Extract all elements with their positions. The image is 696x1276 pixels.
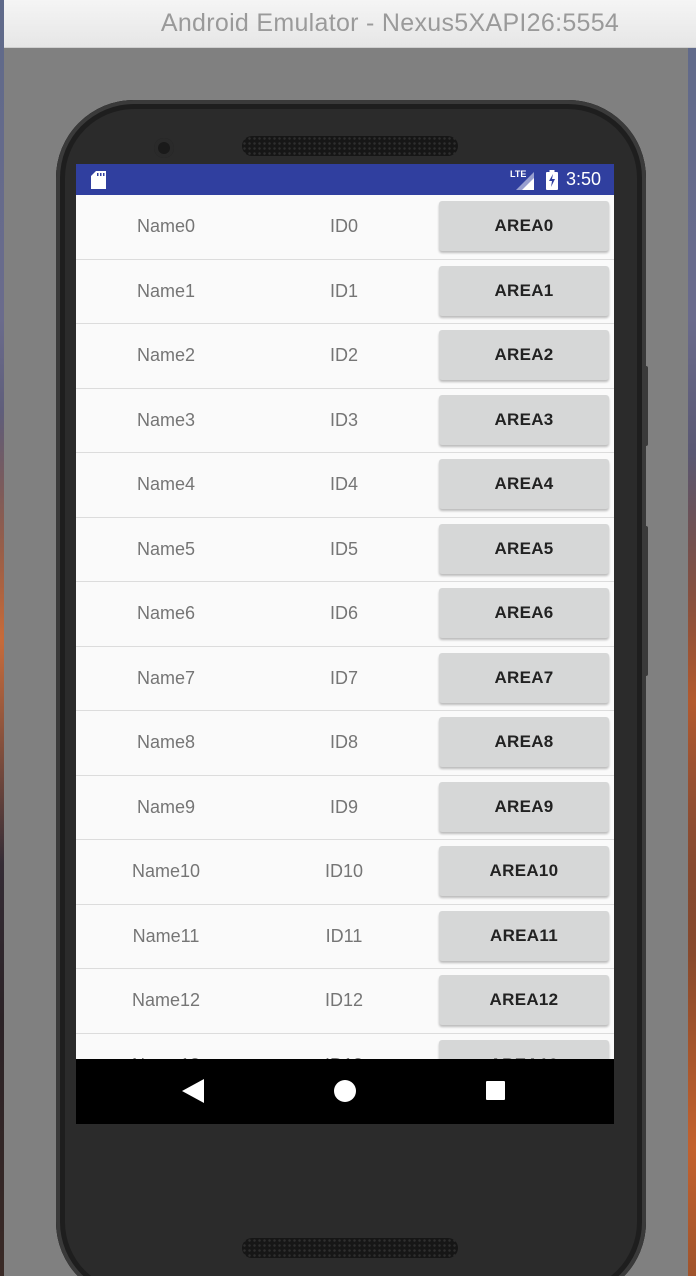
item-name: Name8 [136,732,196,752]
list-item: Name0 ID0 AREA0 [76,195,614,260]
bottom-speaker-grille [242,1238,458,1258]
item-name: Name9 [136,796,196,817]
item-name: Name12 [131,990,201,1010]
item-name: Name10 [131,861,201,881]
area-button[interactable]: AREA6 [439,588,609,638]
list-item: Name2 ID2 AREA2 [76,324,614,389]
item-id: ID5 [329,538,358,559]
item-id: ID8 [329,732,358,752]
item-name: Name4 [136,474,196,494]
item-name: Name13 [76,1034,256,1060]
list-item: Name8 ID8 AREA8 [76,711,614,776]
top-speaker-grille [242,136,458,156]
window-title: Android Emulator - Nexus5XAPI26:5554 [160,9,620,37]
item-id: ID13 [256,1034,432,1060]
list-item: Name10 ID10 AREA10 [76,840,614,905]
item-name: Name11 [132,925,200,946]
area-button[interactable]: AREA12 [439,975,609,1025]
status-bar: LTE 3:50 [76,164,614,195]
navigation-bar [76,1059,614,1124]
item-id: ID7 [329,667,358,688]
home-circle-icon[interactable] [334,1080,356,1102]
list-item: Name4 ID4 AREA4 [76,453,614,518]
area-button[interactable]: AREA7 [439,652,609,703]
battery-charging-icon [546,170,558,190]
area-button[interactable]: AREA13 [439,1039,609,1059]
item-id: ID0 [329,216,358,236]
list-item: Name6 ID6 AREA6 [76,582,614,647]
list-item: Name13ID13 AREA13 [76,1034,614,1060]
list-item: Name5 ID5 AREA5 [76,518,614,582]
item-name: Name0 [136,216,196,236]
window-titlebar[interactable]: Android Emulator - Nexus5XAPI26:5554 [4,0,696,48]
item-id: ID3 [329,409,358,430]
area-button[interactable]: AREA3 [439,394,609,445]
area-button[interactable]: AREA4 [439,459,609,509]
area-button[interactable]: AREA0 [439,201,609,251]
volume-button[interactable] [642,366,648,446]
item-id: ID10 [324,861,364,881]
area-button[interactable]: AREA10 [439,846,609,896]
list-item: Name3 ID3 AREA3 [76,389,614,453]
recents-square-icon[interactable] [486,1081,505,1100]
item-id: ID9 [329,796,358,817]
item-name: Name7 [136,667,196,688]
item-id: ID12 [324,990,364,1010]
item-name: Name5 [136,538,196,559]
item-name: Name3 [136,409,196,430]
area-button[interactable]: AREA11 [439,910,609,961]
signal-strength-icon [516,172,534,190]
item-id: ID4 [329,474,358,494]
area-button[interactable]: AREA8 [439,717,609,767]
area-button[interactable]: AREA5 [439,523,609,574]
item-id: ID2 [329,345,358,365]
item-id: ID1 [329,280,358,301]
status-clock: 3:50 [566,169,602,189]
item-name: Name2 [136,345,196,365]
area-button[interactable]: AREA1 [439,265,609,316]
area-button[interactable]: AREA9 [439,781,609,832]
item-name: Name6 [136,603,196,623]
list-item: Name9 ID9 AREA9 [76,776,614,840]
back-triangle-icon[interactable] [182,1079,204,1103]
list-item: Name11 ID11 AREA11 [76,905,614,969]
power-button[interactable] [642,526,648,676]
item-id: ID11 [325,925,363,946]
device-screen: LTE 3:50 Name0 ID0 AREA0 Name1 ID1 AREA1 Name2… [76,164,614,1124]
front-camera-icon [154,138,174,158]
area-button[interactable]: AREA2 [439,330,609,380]
list-item: Name12 ID12 AREA12 [76,969,614,1034]
list-item: Name7 ID7 AREA7 [76,647,614,711]
list-item: Name1 ID1 AREA1 [76,260,614,324]
item-id: ID6 [329,603,358,623]
item-name: Name1 [136,280,196,301]
sd-card-icon [91,171,106,189]
item-list[interactable]: Name0 ID0 AREA0 Name1 ID1 AREA1 Name2 ID2 AREA2 N… [76,195,614,1059]
